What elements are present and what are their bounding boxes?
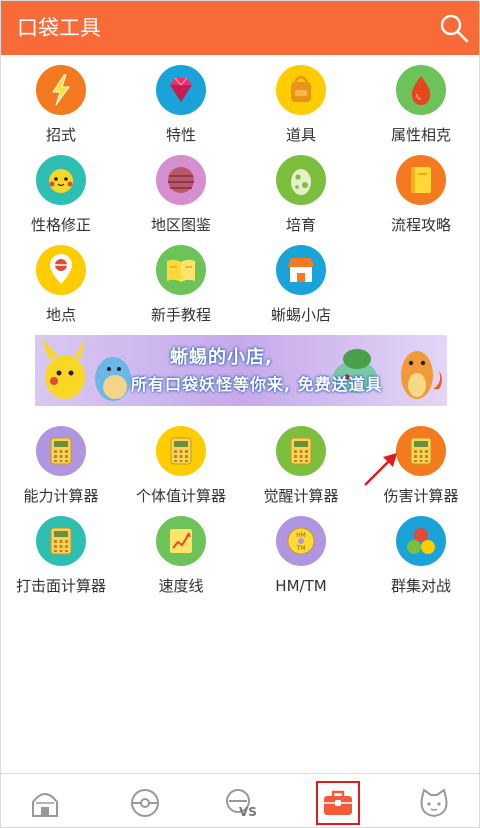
- tool-item[interactable]: 能力计算器: [1, 426, 121, 514]
- tool-label: 打击面计算器: [15, 577, 106, 595]
- tool-label: 地点: [45, 306, 76, 324]
- banner-title: 蜥蜴的小店,: [170, 347, 273, 368]
- tool-label: 新手教程: [150, 306, 211, 324]
- tool-item[interactable]: 属性相克: [361, 65, 479, 153]
- tool-item[interactable]: 培育: [241, 155, 361, 243]
- tool-item[interactable]: 特性: [121, 65, 241, 153]
- tool-item[interactable]: 群集对战: [361, 516, 479, 604]
- tool-item[interactable]: 速度线: [121, 516, 241, 604]
- tab-home[interactable]: [28, 786, 62, 820]
- calculator-icon: [156, 426, 206, 476]
- tool-label: 地区图鉴: [150, 216, 211, 234]
- tool-item[interactable]: 新手教程: [121, 245, 241, 333]
- tool-label: 特性: [165, 126, 196, 144]
- chart-line-icon: [156, 516, 206, 566]
- tool-grid-top: 招式 特性 道具 属性相克性格修正 地区图鉴 培育 流程攻略地点 新手教程 蜥蜴小店: [1, 65, 479, 335]
- egg-icon: [276, 155, 326, 205]
- tool-label: 能力计算器: [23, 487, 99, 505]
- tool-item[interactable]: 性格修正: [1, 155, 121, 243]
- tool-label: 培育: [285, 216, 316, 234]
- tool-item[interactable]: 觉醒计算器: [241, 426, 361, 514]
- gem-icon: [156, 65, 206, 115]
- calculator-icon: [36, 426, 86, 476]
- tool-label: 道具: [285, 126, 316, 144]
- tool-label: 招式: [45, 126, 76, 144]
- face-icon: [36, 155, 86, 205]
- tool-label: 速度线: [158, 577, 204, 595]
- tool-label: 性格修正: [30, 216, 91, 234]
- tab-profile[interactable]: [417, 786, 451, 820]
- drop-icon: [396, 65, 446, 115]
- shop-banner[interactable]: 蜥蜴的小店, 所有口袋妖怪等你来, 免费送道具: [35, 335, 447, 406]
- team-icon: [396, 516, 446, 566]
- location-pin-icon: [36, 245, 86, 295]
- calculator-icon: [276, 426, 326, 476]
- tool-item[interactable]: HM TM HM/TM: [241, 516, 361, 604]
- tool-item[interactable]: 道具: [241, 65, 361, 153]
- banner-subtitle: 所有口袋妖怪等你来, 免费送道具: [131, 375, 383, 394]
- tool-label: HM/TM: [275, 577, 327, 595]
- tab-toolbox[interactable]: [316, 781, 360, 825]
- tool-item[interactable]: 打击面计算器: [1, 516, 121, 604]
- app-frame: 口袋工具 招式 特性 道具 属性相克性格修正 地区图鉴 培育 流程攻略地点 新手教程 蜥蜴小店: [0, 0, 480, 828]
- tool-label: 属性相克: [390, 126, 451, 144]
- tool-label: 蜥蜴小店: [270, 306, 331, 324]
- tab-pokedex[interactable]: [128, 786, 162, 820]
- book-icon: [396, 155, 446, 205]
- bag-icon: [276, 65, 326, 115]
- tool-label: 觉醒计算器: [263, 487, 339, 505]
- tool-label: 群集对战: [390, 577, 451, 595]
- svg-text:VS: VS: [239, 805, 257, 819]
- toolbox-icon: [324, 790, 352, 815]
- page-title: 口袋工具: [17, 16, 101, 40]
- open-book-icon: [156, 245, 206, 295]
- header-bar: 口袋工具: [1, 1, 479, 55]
- tool-item[interactable]: 流程攻略: [361, 155, 479, 243]
- bottom-tab-bar: VS: [1, 773, 479, 827]
- tool-item[interactable]: 地点: [1, 245, 121, 333]
- tool-label: 流程攻略: [390, 216, 451, 234]
- svg-text:TM: TM: [296, 545, 306, 552]
- pokeball-icon: [131, 789, 159, 817]
- tab-battle[interactable]: VS: [224, 786, 258, 820]
- svg-text:HM: HM: [296, 532, 306, 539]
- tool-item[interactable]: 蜥蜴小店: [241, 245, 361, 333]
- shop-icon: [276, 245, 326, 295]
- ball-icon: [156, 155, 206, 205]
- tool-item[interactable]: 个体值计算器: [121, 426, 241, 514]
- lightning-icon: [36, 65, 86, 115]
- tool-grid-bottom: 能力计算器 个体值计算器 觉醒计算器 伤害计算器 打击面计算器 速度线 HM TM HM/TM 群…: [1, 426, 479, 606]
- calculator-icon: [36, 516, 86, 566]
- calculator-icon: [396, 426, 446, 476]
- search-icon[interactable]: [439, 13, 469, 43]
- tool-item[interactable]: 招式: [1, 65, 121, 153]
- tool-label: 个体值计算器: [135, 487, 226, 505]
- disc-icon: HM TM: [276, 516, 326, 566]
- tool-item[interactable]: 地区图鉴: [121, 155, 241, 243]
- versus-icon: VS: [226, 789, 257, 819]
- home-icon: [32, 793, 58, 817]
- pointer-arrow-icon: [361, 449, 401, 489]
- cat-face-icon: [420, 788, 448, 818]
